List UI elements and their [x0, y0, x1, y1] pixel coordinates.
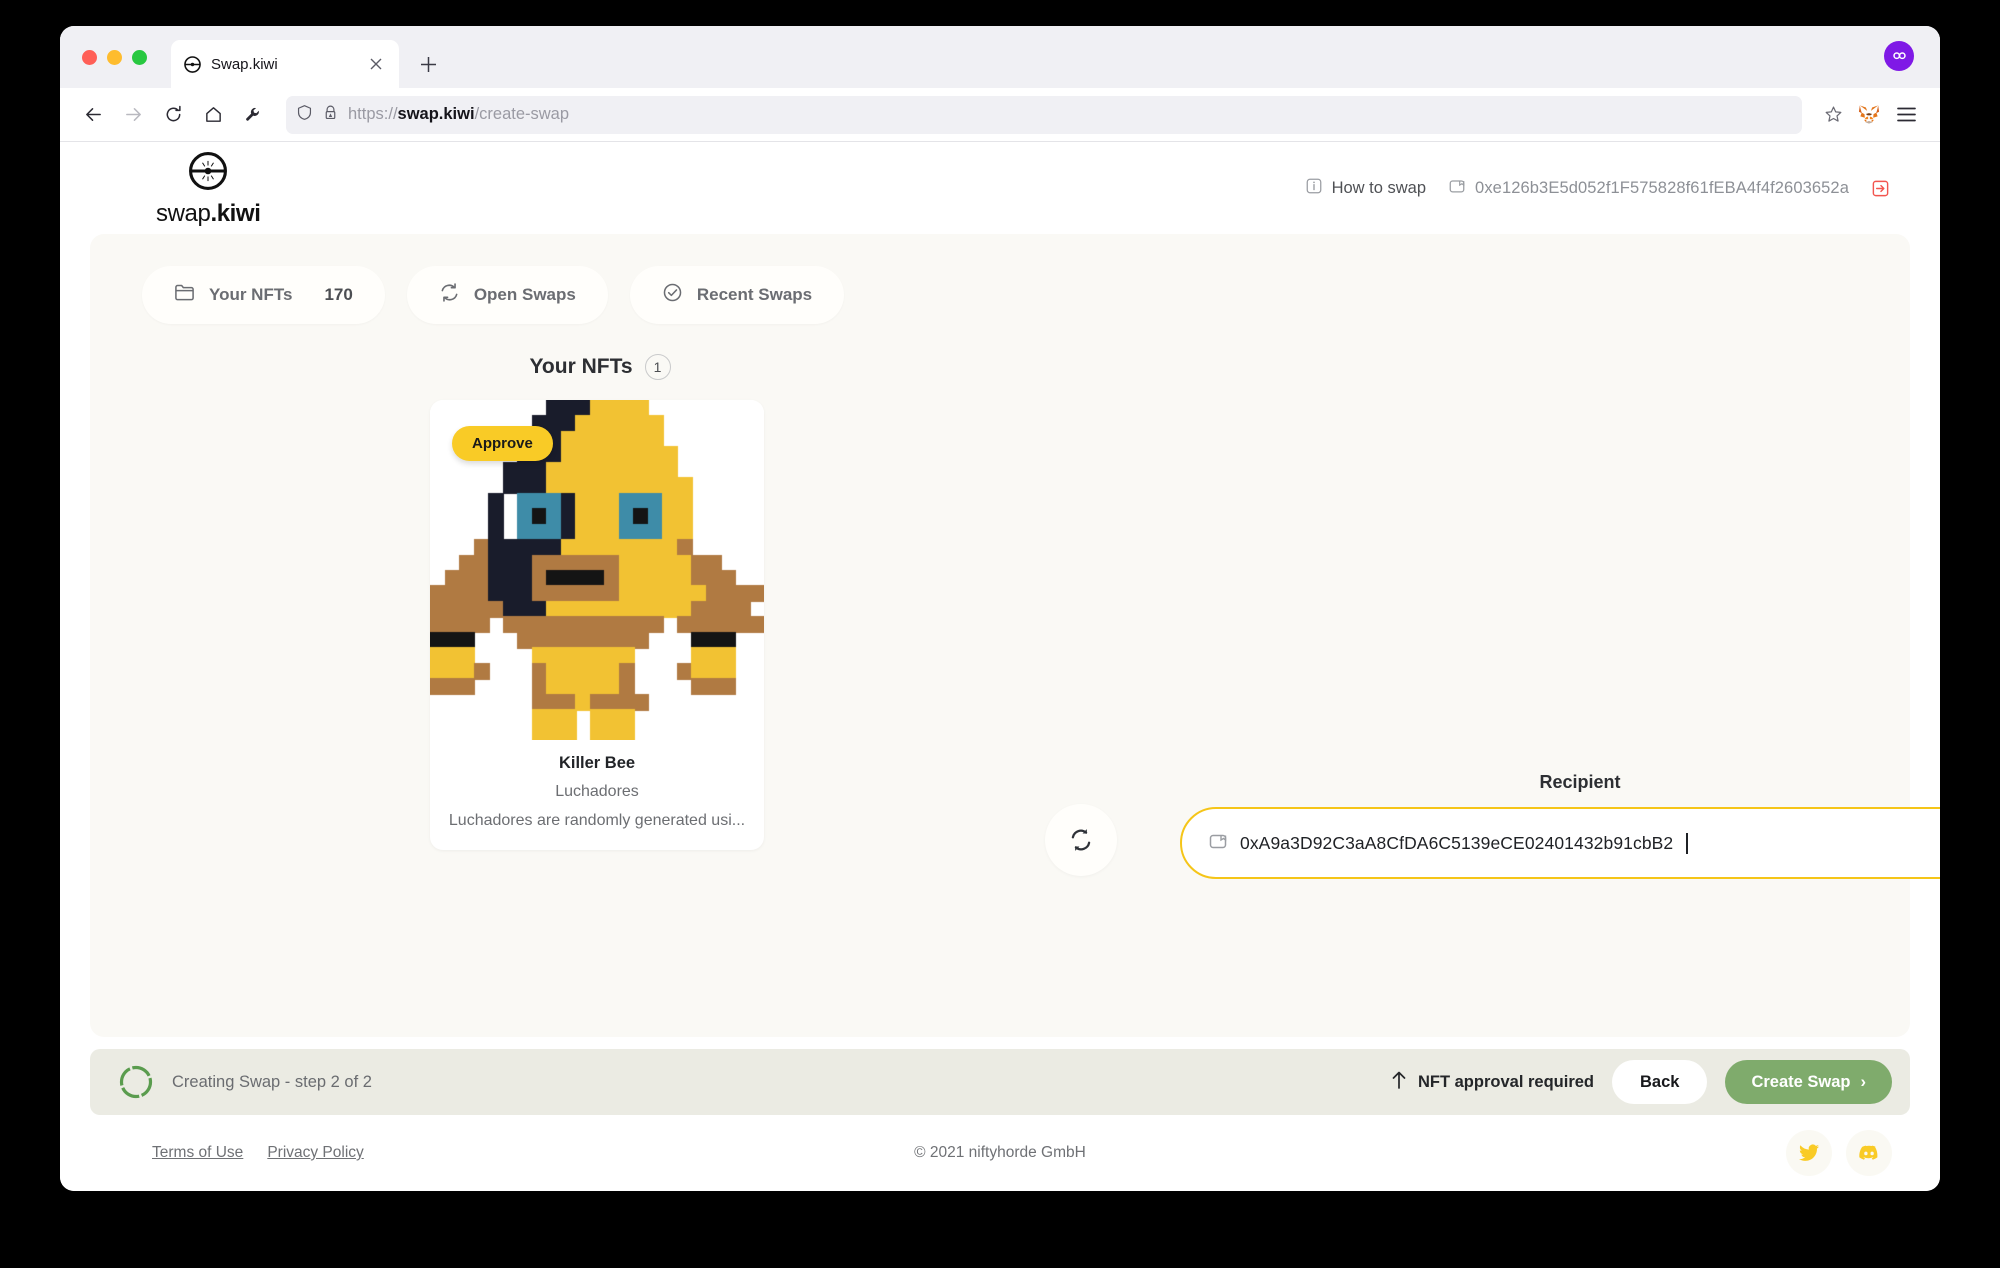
action-bar-right: NFT approval required Back Create Swap ›: [1390, 1060, 1892, 1104]
home-icon[interactable]: [194, 96, 232, 134]
browser-tab[interactable]: Swap.kiwi: [171, 40, 399, 88]
minimize-window-button[interactable]: [107, 49, 122, 65]
step-text: Creating Swap - step 2 of 2: [172, 1072, 372, 1091]
tab-open-swaps[interactable]: Open Swaps: [406, 266, 608, 324]
info-icon: [1305, 177, 1323, 200]
site-footer: Terms of Use Privacy Policy © 2021 nifty…: [60, 1115, 1940, 1191]
discord-icon[interactable]: [1846, 1130, 1892, 1176]
panel-tabs: Your NFTs 170 Open Swaps Recent Swaps: [90, 234, 1910, 324]
terms-of-use-link[interactable]: Terms of Use: [152, 1144, 243, 1162]
nft-description: Luchadores are randomly generated usi...: [448, 812, 746, 829]
wallet-address-text: 0xe126b3E5d052f1F575828f61fEBA4f4f260365…: [1475, 178, 1849, 197]
folder-icon: [174, 282, 195, 308]
swap-kiwi-logo-icon: [186, 149, 230, 198]
browser-window: Swap.kiwi https://swap.kiwi/create-swap …: [60, 26, 1940, 1191]
nft-section-header: Your NFTs 1: [430, 354, 770, 380]
logo-wordmark: swap.kiwi: [156, 199, 261, 227]
nft-approval-required-note: NFT approval required: [1390, 1070, 1594, 1095]
up-arrow-icon: [1390, 1070, 1408, 1095]
twitter-icon[interactable]: [1786, 1130, 1832, 1176]
nft-section: Your NFTs 1 Approve Killer Bee Luchadore…: [430, 354, 770, 850]
footer-links: Terms of Use Privacy Policy: [152, 1144, 364, 1162]
privacy-policy-link[interactable]: Privacy Policy: [267, 1144, 363, 1162]
create-swap-label: Create Swap: [1751, 1072, 1851, 1091]
swap-kiwi-favicon: [183, 55, 202, 74]
nft-count-badge: 1: [644, 354, 671, 380]
progress-ring-icon: [118, 1064, 154, 1100]
tab-recent-swaps[interactable]: Recent Swaps: [629, 266, 845, 324]
close-icon[interactable]: [365, 53, 387, 75]
hamburger-menu-icon[interactable]: [1888, 97, 1924, 133]
nft-name: Killer Bee: [558, 754, 636, 772]
wallet-address-chip[interactable]: 0xe126b3E5d052f1F575828f61fEBA4f4f260365…: [1448, 177, 1849, 200]
create-swap-button[interactable]: Create Swap ›: [1725, 1060, 1892, 1104]
nft-collection: Luchadores: [555, 783, 639, 800]
back-arrow-icon[interactable]: [74, 96, 112, 134]
browser-tab-strip: Swap.kiwi: [60, 26, 1940, 88]
approve-button[interactable]: Approve: [452, 426, 553, 461]
header-actions: How to swap 0xe126b3E5d052f1F575828f61fE…: [1305, 177, 1890, 200]
check-circle-icon: [662, 282, 683, 308]
window-traffic-lights: [82, 26, 171, 88]
maximize-window-button[interactable]: [132, 49, 147, 65]
wrench-icon[interactable]: [234, 96, 272, 134]
tab-your-nfts[interactable]: Your NFTs 170: [142, 266, 385, 324]
recipient-input[interactable]: 0xA9a3D92C3aA8CfDA6C5139eCE02401432b91cb…: [1180, 807, 1940, 879]
tab-recent-swaps-label: Recent Swaps: [696, 285, 813, 304]
nft-section-title-text: Your NFTs: [529, 355, 633, 378]
wallet-icon: [1448, 177, 1466, 200]
forward-arrow-icon[interactable]: [114, 96, 152, 134]
how-to-swap-link[interactable]: How to swap: [1305, 177, 1426, 200]
tab-your-nfts-label: Your NFTs: [209, 285, 293, 304]
action-bar: Creating Swap - step 2 of 2 NFT approval…: [90, 1049, 1910, 1115]
how-to-swap-label: How to swap: [1331, 178, 1427, 197]
refresh-icon: [439, 282, 460, 308]
browser-nav-toolbar: https://swap.kiwi/create-swap: [60, 88, 1940, 142]
reload-icon[interactable]: [154, 96, 192, 134]
tab-your-nfts-count: 170: [324, 285, 353, 304]
site-header: swap.kiwi How to swap 0xe126b3E5d052f1F5…: [60, 142, 1940, 234]
chevron-right-icon: ›: [1860, 1072, 1867, 1091]
shield-icon[interactable]: [296, 104, 313, 126]
url-text: https://swap.kiwi/create-swap: [348, 105, 570, 123]
site-logo[interactable]: swap.kiwi: [156, 149, 261, 228]
logout-icon[interactable]: [1871, 179, 1890, 198]
swap-arrows-icon[interactable]: [1045, 804, 1117, 876]
plus-icon[interactable]: [409, 45, 447, 83]
footer-social-links: [1786, 1130, 1892, 1176]
text-caret: [1686, 832, 1688, 854]
wallet-icon: [1208, 831, 1228, 856]
recipient-label: Recipient: [1539, 772, 1621, 792]
back-button[interactable]: Back: [1612, 1060, 1708, 1104]
recipient-value: 0xA9a3D92C3aA8CfDA6C5139eCE02401432b91cb…: [1240, 832, 1674, 853]
lock-warning-icon[interactable]: [322, 104, 339, 126]
tab-open-swaps-label: Open Swaps: [473, 285, 576, 304]
nft-card[interactable]: Approve Killer Bee Luchadores Luchadores…: [430, 400, 764, 850]
main-panel: Your NFTs 170 Open Swaps Recent Swaps Yo…: [90, 234, 1940, 1037]
profile-avatar-icon[interactable]: [1884, 41, 1914, 71]
url-bar[interactable]: https://swap.kiwi/create-swap: [286, 95, 1802, 134]
close-window-button[interactable]: [82, 49, 97, 65]
star-icon[interactable]: [1816, 98, 1850, 132]
page-content: swap.kiwi How to swap 0xe126b3E5d052f1F5…: [60, 142, 1940, 1191]
metamask-fox-icon[interactable]: [1852, 98, 1886, 132]
browser-tab-title: Swap.kiwi: [211, 55, 278, 73]
recipient-block: Recipient 0xA9a3D92C3aA8CfDA6C5139eCE024…: [1180, 772, 1940, 879]
nft-approval-required-label: NFT approval required: [1417, 1072, 1594, 1091]
